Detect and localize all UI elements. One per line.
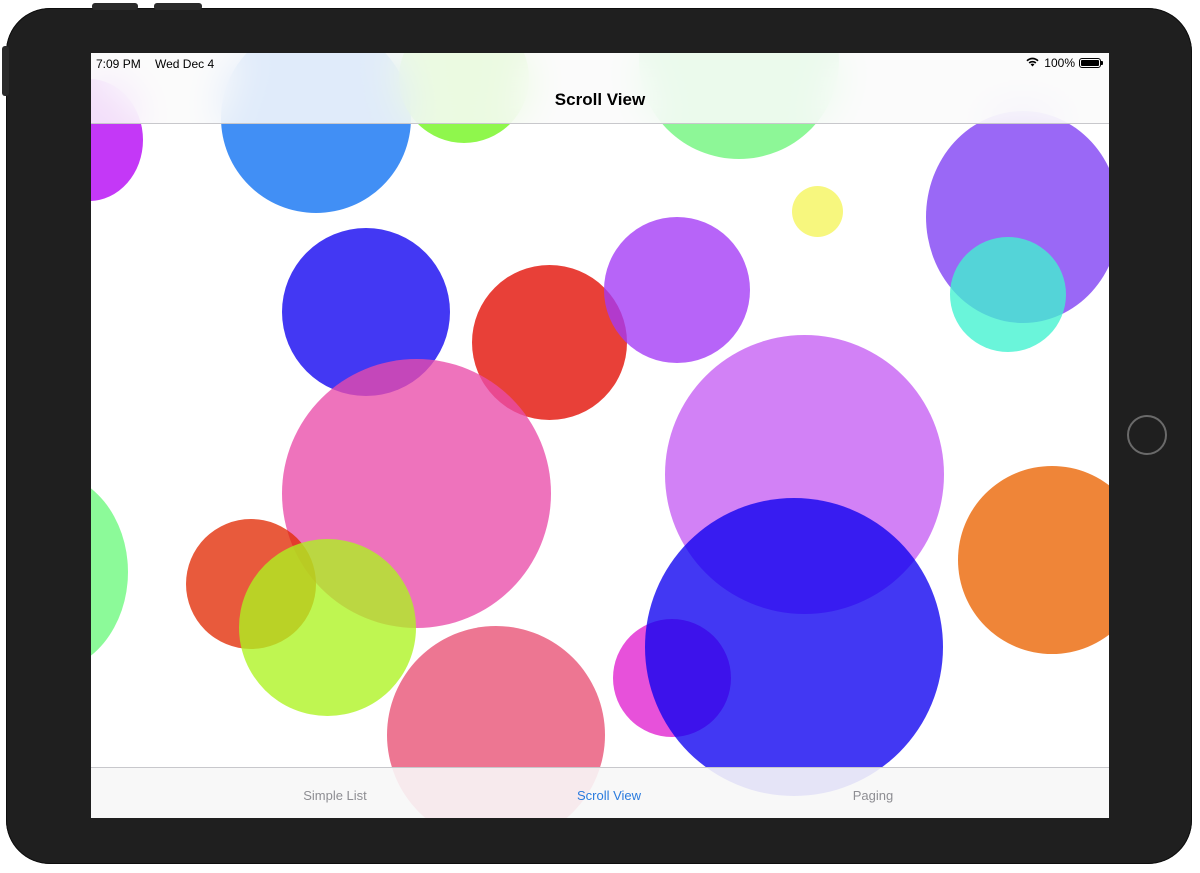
bubble <box>604 217 750 363</box>
tab-bar: Simple List Scroll View Paging <box>91 767 1109 818</box>
page-title: Scroll View <box>554 90 646 109</box>
navigation-bar: 7:09 PM Wed Dec 4 100% Scroll View <box>91 53 1109 124</box>
screen: 7:09 PM Wed Dec 4 100% Scroll View Simpl… <box>91 53 1109 818</box>
status-time: 7:09 PM <box>96 57 141 71</box>
scroll-view[interactable] <box>91 53 1109 818</box>
bubble <box>958 466 1109 654</box>
battery-percent: 100% <box>1044 56 1075 70</box>
volume-up-button <box>92 3 138 10</box>
bubble <box>239 539 416 716</box>
bubble <box>792 186 843 237</box>
bubble <box>91 472 128 672</box>
home-button[interactable] <box>1127 415 1167 455</box>
bubble <box>950 237 1066 352</box>
status-right-group: 100% <box>1025 56 1103 70</box>
status-date: Wed Dec 4 <box>155 57 215 71</box>
status-bar: 7:09 PM Wed Dec 4 100% <box>91 53 1109 73</box>
wifi-icon <box>1025 56 1040 70</box>
tab-scroll-view[interactable]: Scroll View <box>577 788 641 803</box>
bubble <box>645 498 943 796</box>
battery-icon <box>1079 58 1103 68</box>
power-button <box>2 46 9 96</box>
tab-paging[interactable]: Paging <box>853 788 893 803</box>
volume-down-button <box>154 3 202 10</box>
tab-simple-list[interactable]: Simple List <box>303 788 367 803</box>
